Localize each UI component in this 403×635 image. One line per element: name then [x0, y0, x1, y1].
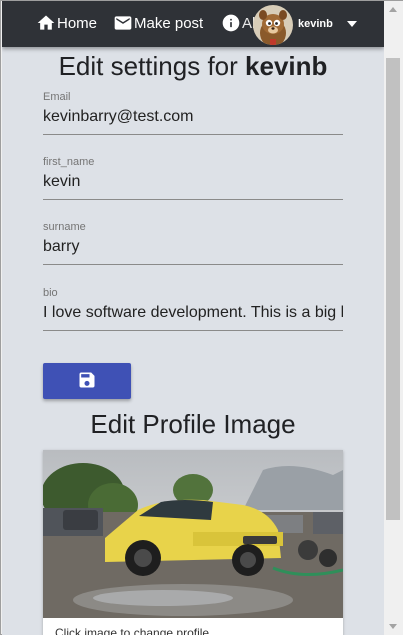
surname-field[interactable]: barry	[43, 238, 343, 265]
page-title-prefix: Edit settings for	[58, 51, 238, 81]
bio-label: bio	[43, 287, 58, 299]
profile-image-card[interactable]: Click image to change profile	[43, 450, 343, 635]
surname-label: surname	[43, 221, 86, 233]
profile-image-caption: Click image to change profile	[55, 626, 210, 635]
email-label: Email	[43, 91, 71, 103]
browser-frame: Home Make post About	[0, 0, 403, 635]
floppy-disk-icon	[77, 370, 97, 393]
mail-icon	[112, 13, 134, 33]
first-name-field[interactable]: kevin	[43, 173, 343, 200]
email-field-group: Email kevinbarry@test.com	[43, 91, 343, 135]
vertical-scrollbar[interactable]	[384, 1, 403, 635]
scroll-down-arrow[interactable]	[384, 618, 403, 635]
edit-profile-image-title: Edit Profile Image	[90, 409, 296, 439]
info-icon	[220, 13, 242, 33]
nav-make-post-label: Make post	[134, 14, 204, 32]
nav-make-post-link[interactable]: Make post	[112, 11, 203, 35]
scroll-up-arrow[interactable]	[384, 1, 403, 18]
home-icon	[35, 13, 57, 33]
bio-field-group: bio I love software development. This is…	[43, 287, 343, 331]
page-title-user: kevinb	[245, 51, 328, 81]
first-name-label: first_name	[43, 156, 95, 168]
user-avatar[interactable]	[253, 5, 293, 45]
scroll-thumb[interactable]	[386, 58, 400, 520]
surname-field-group: surname barry	[43, 221, 343, 265]
bio-field[interactable]: I love software development. This is a b…	[43, 304, 343, 331]
profile-image[interactable]	[43, 450, 343, 618]
nav-home-label: Home	[57, 14, 98, 32]
nav-home-link[interactable]: Home	[35, 11, 97, 35]
caret-down-icon[interactable]	[347, 21, 357, 27]
page-title: Edit settings for kevinb	[2, 51, 384, 82]
user-name-label: kevinb	[298, 18, 333, 30]
page-viewport: Home Make post About	[2, 1, 384, 635]
first-name-field-group: first_name kevin	[43, 156, 343, 200]
email-field[interactable]: kevinbarry@test.com	[43, 108, 343, 135]
save-button[interactable]	[43, 363, 131, 399]
